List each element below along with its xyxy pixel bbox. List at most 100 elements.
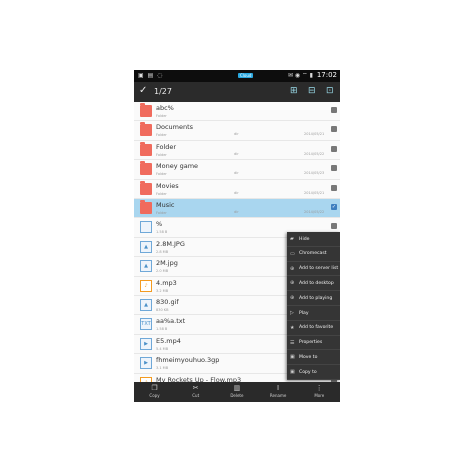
file-row[interactable]: abc% Folder [134,102,340,122]
file-date: 2014/05/21 [304,132,325,137]
move-icon: ▣ [290,354,295,361]
cast-icon: ▭ [290,250,295,257]
file-name: E5.mp4 [156,336,181,345]
delete-icon: ▥ [233,384,241,392]
server-icon: ⊕ [290,265,295,272]
menu-item-label: Move to [299,354,318,360]
action-bar: ✓ 1/27 ⊞ ⊟ ⊡ [134,82,340,102]
menu-item[interactable]: ☰ Properties [287,336,340,351]
file-subtitle: Folder [156,191,167,196]
context-menu: ▰ Hide ▭ Chromecast ⊕ Add to server list ⊕ Add … [287,232,340,380]
system-icons: ✉ ◉ ⌔ ▮ [287,72,313,79]
image-icon: ▲ [140,240,152,253]
text-icon: TXT [140,318,152,331]
menu-item[interactable]: ★ Add to favorite [287,321,340,336]
video-icon: ▶ [140,337,152,350]
file-name: % [156,220,163,229]
file-date: 2014/05/22 [304,151,325,156]
file-row[interactable]: Money game Folder dir 2014/05/23 [134,160,340,180]
cloud-badge: Cloud [238,73,254,78]
menu-item-label: Add to desktop [299,280,334,286]
file-type: dir [234,210,239,214]
file-subtitle: 2.0 MB [156,269,169,274]
file-date: 2014/05/22 [304,210,325,214]
file-row[interactable]: Movies Folder dir 2014/05/21 [134,180,340,199]
file-type: dir [234,171,239,176]
rename-icon: I [277,384,280,392]
file-type: dir [234,132,239,137]
menu-item[interactable]: ▭ Chromecast [287,247,340,262]
toolbar-button[interactable]: ❐ Copy [134,382,175,402]
system-tray: ✉ ◉ ⌔ ▮ 17:02 [288,71,337,79]
checkbox[interactable] [331,184,337,191]
checkbox[interactable]: ✓ [331,204,337,210]
checkbox[interactable] [331,223,337,230]
menu-item[interactable]: ⊕ Add to playing [287,291,340,306]
info-icon: ☰ [290,339,295,346]
checkbox[interactable] [331,165,337,172]
file-subtitle: 3.1 MB [156,366,169,371]
menu-item-label: Properties [299,340,323,346]
audio-icon: ♪ [140,279,152,292]
file-subtitle: Folder [156,114,167,118]
cut-icon: ✂ [192,384,199,392]
menu-item[interactable]: ⊕ Add to server list [287,262,340,277]
file-name: 4.mp3 [156,278,177,287]
menu-item-label: Copy to [299,369,317,375]
notification-icons: ▣ ▤ ◌ [138,72,164,79]
menu-item-label: Chromecast [299,251,327,257]
file-row[interactable]: Folder Folder dir 2014/05/22 [134,141,340,161]
toolbar-button[interactable]: I Rename [258,382,299,402]
deselect-icon[interactable]: ⊟ [308,86,316,96]
playlist-icon: ⊕ [290,295,295,302]
invert-selection-icon[interactable]: ⊡ [326,86,334,96]
file-name: Movies [156,181,179,190]
more-icon: ⋮ [315,384,323,392]
file-name: Documents [156,123,194,132]
bottom-toolbar: ❐ Copy ✂ Cut ▥ Delete I Rename ⋮ More [134,382,340,402]
checkbox[interactable] [331,107,337,113]
menu-item[interactable]: ⊕ Add to desktop [287,276,340,292]
menu-item[interactable]: ▰ Hide [287,232,340,247]
checkbox[interactable] [331,145,337,152]
file-subtitle: 830 KB [156,308,169,312]
image-icon: ▲ [140,299,152,311]
file-name: aa%a.txt [156,317,186,326]
clock: 17:02 [316,71,337,79]
menu-item[interactable]: ▷ Play [287,306,340,321]
file-name: Money game [156,162,199,171]
file-subtitle: Folder [156,211,167,215]
file-date: 2014/05/23 [304,171,325,176]
check-icon[interactable]: ✓ [139,85,147,96]
hide-icon: ▰ [290,236,294,242]
folder-icon [140,200,152,214]
select-all-icon[interactable]: ⊞ [290,86,298,96]
file-subtitle: 3.2 MB [156,288,169,293]
toolbar-button[interactable]: ▥ Delete [216,382,257,402]
toolbar-button-label: Rename [269,393,287,398]
toolbar-button[interactable]: ✂ Cut [175,382,216,402]
video-icon: ▶ [140,357,152,370]
copy-icon: ❐ [151,384,158,392]
menu-item-label: Add to playing [299,295,333,301]
file-icon [140,221,152,234]
file-name: Music [156,201,175,209]
copy-to-icon: ▣ [290,369,295,376]
file-type: dir [234,151,239,156]
desktop-icon: ⊕ [290,280,295,287]
checkbox[interactable] [331,126,337,133]
file-subtitle: 1.58 B [156,327,168,332]
file-name: abc% [156,104,174,112]
menu-item-label: Add to favorite [299,325,334,331]
selection-count: 1/27 [154,87,172,96]
folder-icon [140,122,152,137]
menu-item[interactable]: ▣ Copy to [287,365,340,380]
file-subtitle: Folder [156,152,167,157]
file-row[interactable]: Documents Folder dir 2014/05/21 [134,121,340,141]
menu-item[interactable]: ▣ Move to [287,350,340,366]
file-name: fhmeimyouhuo.3gp [156,356,220,365]
toolbar-button[interactable]: ⋮ More [299,382,340,402]
folder-icon [140,141,152,156]
file-subtitle: Folder [156,133,167,138]
file-row[interactable]: Music Folder dir 2014/05/22 ✓ [134,199,340,219]
